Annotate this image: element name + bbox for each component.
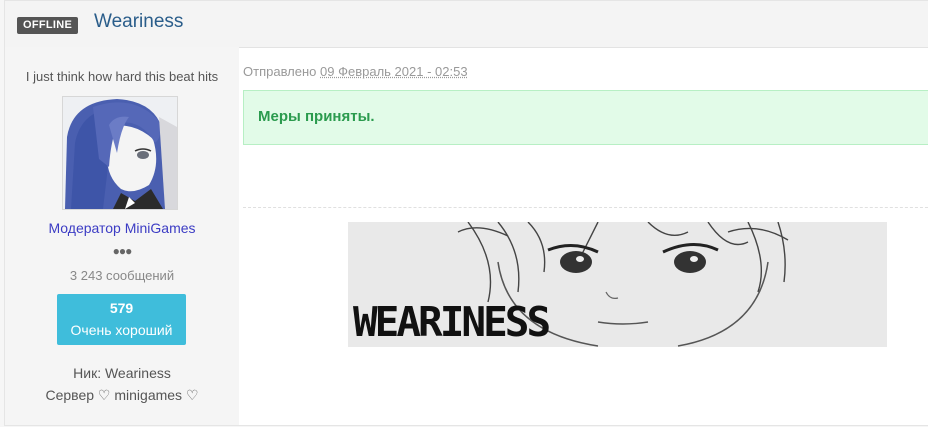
reputation-value: 579 xyxy=(109,300,134,316)
rank-pips: ●●● xyxy=(112,244,133,258)
post-header: OFFLINE Weariness xyxy=(5,1,928,48)
posted-date-link[interactable]: 09 Февраль 2021 - 02:53 xyxy=(320,64,468,79)
post-timestamp: Отправлено 09 Февраль 2021 - 02:53 xyxy=(243,64,468,79)
reputation-label: Очень хороший xyxy=(70,322,173,338)
notice-text: Меры приняты. xyxy=(258,108,375,125)
author-server: Сервер ♡ minigames ♡ xyxy=(45,387,199,403)
moderation-notice: Меры приняты. xyxy=(243,90,928,145)
signature-divider xyxy=(243,207,928,208)
banner-title: WEARINESS xyxy=(353,298,551,346)
signature-banner: WEARINESS xyxy=(348,222,887,347)
forum-post: OFFLINE Weariness I just think how hard … xyxy=(4,0,928,426)
author-tagline: I just think how hard this beat hits xyxy=(25,69,219,84)
avatar-image xyxy=(63,97,177,209)
status-badge: OFFLINE xyxy=(17,17,79,34)
author-name-link[interactable]: Weariness xyxy=(94,11,183,33)
avatar[interactable] xyxy=(62,96,178,210)
author-nick: Ник: Weariness xyxy=(73,365,171,381)
post-count: 3 243 сообщений xyxy=(69,268,175,283)
reputation-badge[interactable]: 579 Очень хороший xyxy=(57,294,186,345)
member-rank[interactable]: Модератор MiniGames xyxy=(5,220,239,236)
author-sidebar: I just think how hard this beat hits Мод… xyxy=(5,47,239,425)
posted-prefix: Отправлено xyxy=(243,64,317,79)
